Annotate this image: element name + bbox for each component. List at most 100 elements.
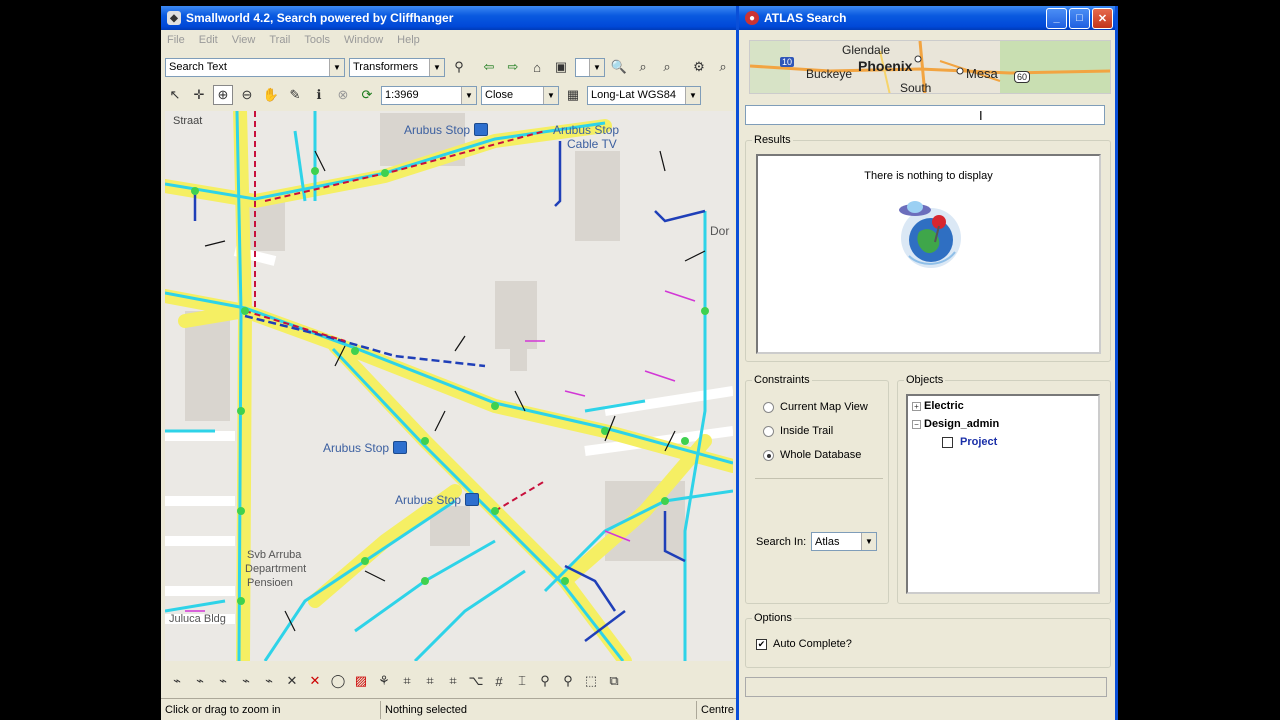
- radio-circle-icon[interactable]: [763, 425, 774, 437]
- grid-tool-icon[interactable]: #: [489, 671, 509, 691]
- bus-stop-label-1[interactable]: Arubus Stop: [404, 123, 489, 137]
- cube-icon[interactable]: ⬚: [581, 671, 601, 691]
- back-arrow-icon[interactable]: ⇦: [479, 57, 499, 77]
- trace-tool-icon[interactable]: ⌶: [512, 671, 532, 691]
- expand-plus-icon[interactable]: +: [912, 401, 921, 411]
- atlas-search-input[interactable]: I: [745, 105, 1105, 125]
- chevron-down-icon[interactable]: ▼: [589, 58, 604, 76]
- menu-edit[interactable]: Edit: [199, 34, 218, 46]
- zoom-in-icon[interactable]: ⊕: [213, 85, 233, 105]
- close-icon[interactable]: ✕: [1092, 7, 1113, 29]
- minimap-city-5: South: [900, 81, 932, 94]
- zoom-area-icon[interactable]: ▣: [551, 57, 571, 77]
- crosshair-icon[interactable]: ✛: [189, 85, 209, 105]
- radio-circle-icon[interactable]: [763, 401, 774, 413]
- results-list[interactable]: There is nothing to display: [756, 154, 1101, 354]
- info-icon[interactable]: ℹ: [309, 85, 329, 105]
- layers-icon[interactable]: ⧉: [604, 671, 624, 691]
- chevron-down-icon[interactable]: ▼: [685, 86, 700, 104]
- maximize-icon[interactable]: □: [1069, 7, 1090, 29]
- object-type-combo[interactable]: Transformers ▼: [349, 57, 445, 77]
- chevron-down-icon[interactable]: ▼: [461, 86, 476, 104]
- chevron-down-icon[interactable]: ▼: [543, 86, 558, 104]
- close-combo[interactable]: Close ▼: [481, 85, 559, 105]
- overview-minimap[interactable]: Glendale Phoenix Buckeye Mesa South 10 6…: [749, 40, 1111, 94]
- zoom-search-icon[interactable]: 🔍: [609, 57, 629, 77]
- small-combo[interactable]: ▼: [575, 57, 605, 77]
- auto-complete-checkbox[interactable]: ✔ Auto Complete?: [756, 638, 852, 650]
- pan-hand-icon[interactable]: ✋: [261, 85, 281, 105]
- atlas-title-bar: ● ATLAS Search _ □ ✕: [739, 6, 1115, 30]
- split-tool-icon[interactable]: ⌗: [420, 671, 440, 691]
- tree-node-design-admin[interactable]: − Design_admin: [912, 418, 999, 430]
- radio-whole-database[interactable]: Whole Database: [763, 449, 861, 461]
- tree-label: Project: [960, 436, 998, 448]
- refresh-icon[interactable]: ⟳: [357, 85, 377, 105]
- search-in-combo[interactable]: Atlas ▼: [811, 532, 877, 551]
- tree-label: Electric: [924, 400, 964, 412]
- chevron-down-icon[interactable]: ▼: [329, 58, 344, 76]
- tree-node-electric[interactable]: + Electric: [912, 400, 964, 412]
- menu-tools[interactable]: Tools: [304, 34, 330, 46]
- chevron-down-icon[interactable]: ▼: [861, 533, 876, 550]
- checkbox-checked-icon[interactable]: ✔: [756, 638, 767, 650]
- collapse-minus-icon[interactable]: −: [912, 419, 921, 429]
- edit-tool-icon[interactable]: ⌁: [259, 671, 279, 691]
- bus-stop-label-4[interactable]: Arubus Stop: [395, 493, 480, 507]
- find-icon[interactable]: ⌕: [713, 57, 733, 77]
- stop-label-text: Arubus Stop: [553, 123, 620, 137]
- split-tool-icon[interactable]: ⌗: [397, 671, 417, 691]
- map-view[interactable]: Arubus Stop Arubus Stop Cable TV Arubus …: [165, 111, 733, 661]
- stop-label-text: Arubus Stop: [395, 493, 462, 507]
- scale-combo[interactable]: 1:3969 ▼: [381, 85, 477, 105]
- search-text-combo[interactable]: Search Text ▼: [165, 57, 345, 77]
- edit-tool-icon[interactable]: ⌁: [213, 671, 233, 691]
- settings-icon[interactable]: ⚙: [689, 57, 709, 77]
- coordinate-system-combo[interactable]: Long-Lat WGS84 ▼: [587, 85, 701, 105]
- bus-stop-label-2[interactable]: Arubus Stop: [553, 123, 619, 137]
- delete-icon[interactable]: ✕: [282, 671, 302, 691]
- select-pointer-icon[interactable]: ↖: [165, 85, 185, 105]
- annotate-icon[interactable]: ⚲: [535, 671, 555, 691]
- radio-current-map-view[interactable]: Current Map View: [763, 401, 868, 413]
- stop-icon[interactable]: ⊗: [333, 85, 353, 105]
- node-tool-icon[interactable]: ⚘: [374, 671, 394, 691]
- edit-tool-icon[interactable]: ⌁: [167, 671, 187, 691]
- menu-file[interactable]: File: [167, 34, 185, 46]
- tree-node-project[interactable]: Project: [942, 436, 997, 448]
- edit-tool-icon[interactable]: ⌁: [236, 671, 256, 691]
- search-text-value: Search Text: [169, 61, 227, 73]
- annotate-icon[interactable]: ⚲: [558, 671, 578, 691]
- minimize-icon[interactable]: _: [1046, 7, 1067, 29]
- menu-view[interactable]: View: [232, 34, 256, 46]
- split-tool-icon[interactable]: ⌗: [443, 671, 463, 691]
- chevron-down-icon[interactable]: ▼: [429, 58, 444, 76]
- search-go-icon[interactable]: ⚲: [449, 57, 469, 77]
- minimap-city-3: Buckeye: [806, 67, 853, 81]
- forward-arrow-icon[interactable]: ⇨: [503, 57, 523, 77]
- rectangle-tool-icon[interactable]: ▨: [351, 671, 371, 691]
- menu-help[interactable]: Help: [397, 34, 420, 46]
- street-label: Straat: [173, 115, 203, 127]
- minimap-city-4: Mesa: [966, 66, 998, 81]
- branch-tool-icon[interactable]: ⌥: [466, 671, 486, 691]
- radio-circle-icon[interactable]: [763, 449, 774, 461]
- circle-tool-icon[interactable]: ◯: [328, 671, 348, 691]
- toolbar-map: ↖ ✛ ⊕ ⊖ ✋ ✎ ℹ ⊗ ⟳ 1:3969 ▼ Close ▼ ▦ Lon…: [161, 82, 737, 108]
- zoom-select-icon[interactable]: ⌕: [633, 57, 653, 77]
- home-icon[interactable]: ⌂: [527, 57, 547, 77]
- search-in-label: Search In:: [756, 536, 807, 548]
- radio-inside-trail[interactable]: Inside Trail: [763, 425, 833, 437]
- menu-trail[interactable]: Trail: [269, 34, 290, 46]
- minimap-city-1: Glendale: [842, 43, 891, 57]
- constraints-divider: [755, 478, 883, 479]
- zoom-clear-icon[interactable]: ⌕: [657, 57, 677, 77]
- zoom-out-icon[interactable]: ⊖: [237, 85, 257, 105]
- objects-tree[interactable]: + Electric − Design_admin Project: [906, 394, 1100, 594]
- pencil-icon[interactable]: ✎: [285, 85, 305, 105]
- checkbox-icon[interactable]: [942, 436, 953, 448]
- menu-window[interactable]: Window: [344, 34, 383, 46]
- edit-tool-icon[interactable]: ⌁: [190, 671, 210, 691]
- delete-red-icon[interactable]: ✕: [305, 671, 325, 691]
- bus-stop-label-3[interactable]: Arubus Stop: [323, 441, 408, 455]
